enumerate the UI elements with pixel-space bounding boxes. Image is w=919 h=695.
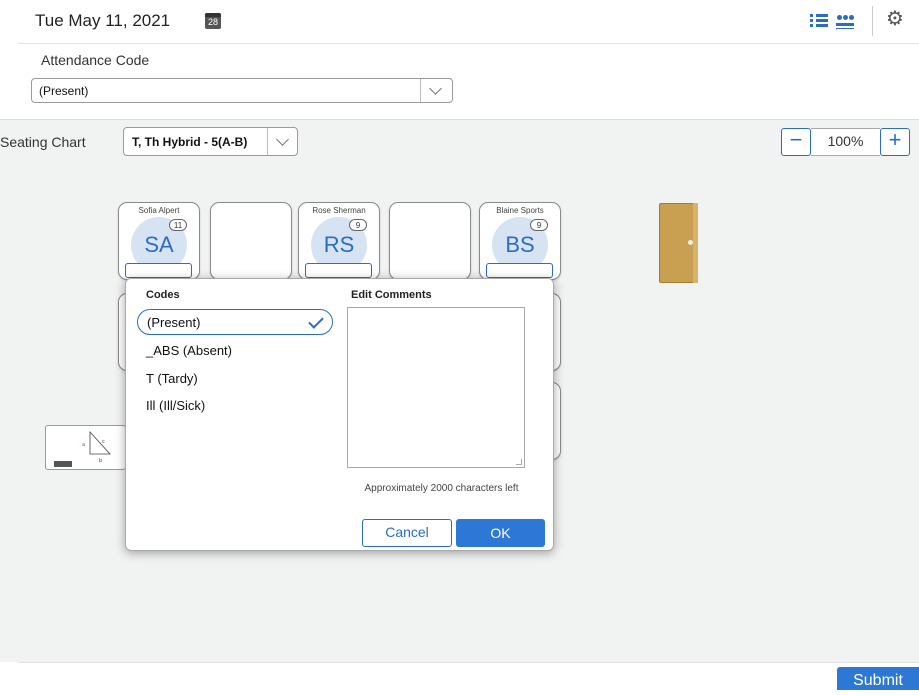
characters-left: Approximately 2000 characters left [364,483,519,494]
seating-chart-label: Seating Chart [0,134,86,150]
svg-text:c: c [102,439,105,445]
seating-chart-select[interactable]: T, Th Hybrid - 5(A-B) [123,127,298,156]
toolbar-divider [872,6,873,36]
seat-card[interactable]: Sofia Alpert SA 11 [118,202,200,280]
attendance-dropdown-toggle[interactable] [420,79,452,102]
comments-textarea[interactable] [347,307,525,468]
attendance-code-value: (Present) [39,84,89,98]
whiteboard-icon: a c b [45,425,126,470]
header-divider [18,43,919,44]
check-icon [308,313,324,329]
seat-card[interactable]: Blaine Sports BS 9 [479,202,561,280]
current-date: Tue May 11, 2021 [35,11,171,30]
chevron-down-icon [276,133,289,146]
svg-text:b: b [99,458,102,464]
code-option-present[interactable]: (Present) [137,309,333,335]
seat-card[interactable]: Rose Sherman RS 9 [298,202,380,280]
count-badge: 11 [169,219,187,231]
door-icon [659,203,698,283]
code-option-tardy[interactable]: T (Tardy) [137,366,333,392]
count-badge: 9 [530,219,548,231]
student-name: Sofia Alpert [138,206,180,215]
zoom-out-button[interactable]: − [781,128,811,156]
svg-text:a: a [82,442,85,448]
empty-seat[interactable] [210,202,292,280]
attendance-code-box[interactable] [486,263,553,278]
code-option-absent[interactable]: _ABS (Absent) [137,338,333,364]
student-name: Rose Sherman [312,206,366,215]
list-view-icon[interactable] [810,13,828,29]
ok-button[interactable]: OK [456,519,545,547]
attendance-code-box[interactable] [125,263,192,278]
resize-handle-icon[interactable] [516,459,522,465]
seating-dropdown-toggle[interactable] [267,128,297,155]
submit-button[interactable]: Submit [837,667,919,690]
zoom-control: − 100% + [781,128,910,156]
top-bar: Tue May 11, 2021 28 ⚙ [0,0,919,44]
code-label: _ABS (Absent) [146,343,232,358]
gear-icon[interactable]: ⚙ [886,9,906,29]
attendance-code-box[interactable] [305,263,372,278]
chevron-down-icon [429,82,442,95]
attendance-code-label: Attendance Code [41,52,150,68]
code-label: Ill (Ill/Sick) [146,398,206,413]
seating-chart-value: T, Th Hybrid - 5(A-B) [132,135,248,149]
seating-view-icon[interactable] [836,12,854,30]
codes-header: Codes [146,289,180,301]
empty-seat[interactable] [389,202,471,280]
code-option-sick[interactable]: Ill (Ill/Sick) [137,393,333,419]
attendance-code-modal: Codes Edit Comments (Present) _ABS (Abse… [125,278,554,551]
student-name: Blaine Sports [496,206,544,215]
code-label: (Present) [147,315,201,330]
footer-divider [18,662,919,663]
comments-header: Edit Comments [351,289,432,301]
cancel-button[interactable]: Cancel [362,519,452,547]
attendance-code-select[interactable]: (Present) [31,78,453,103]
calendar-icon[interactable]: 28 [205,13,221,29]
count-badge: 9 [349,219,367,231]
code-label: T (Tardy) [146,371,198,386]
zoom-in-button[interactable]: + [880,128,910,156]
zoom-level: 100% [811,128,880,156]
